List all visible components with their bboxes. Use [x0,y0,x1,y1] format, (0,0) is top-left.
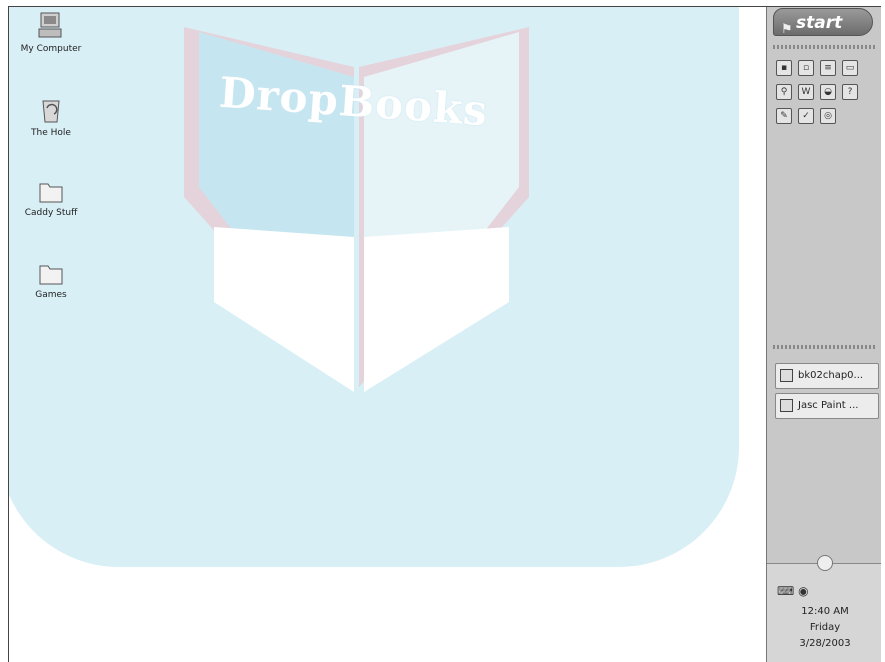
help-icon[interactable]: ? [842,84,858,100]
paint-program-icon [780,399,793,412]
network-icon[interactable]: ◉ [798,584,808,598]
desktop-icon-label: My Computer [20,44,82,54]
desktop-icon-label: Caddy Stuff [24,208,78,218]
desktop-icon-games[interactable]: Games [11,259,91,300]
task-button-document[interactable]: bk02chap0... [775,363,879,389]
desktop-icon-my-computer[interactable]: My Computer [11,11,91,54]
task-label: Jasc Paint ... [798,400,859,411]
desktop-icon-label: Games [35,290,67,300]
folder-icon [39,183,63,203]
clock-day: Friday [809,622,841,633]
clock-time: 12:40 AM [801,606,849,617]
screen: DropBooks My Computer The Hole Caddy Stu… [8,6,881,662]
system-tray: ⌨ ◉ 12:40 AM Friday 3/28/2003 [767,555,881,662]
computer-icon [38,12,62,38]
tray-expand-button[interactable] [817,555,833,571]
tray-icons: ⌨ ◉ [777,584,809,598]
desktop-icon-the-hole[interactable]: The Hole [11,95,91,138]
quick-launch-toolbar: ▪ ▫ ≡ ▭ ⚲ W ◒ ? ✎ ✓ ◎ [773,55,873,127]
desktop-icon-caddy-stuff[interactable]: Caddy Stuff [11,177,91,218]
taskbar: ⚑ start ▪ ▫ ≡ ▭ ⚲ W ◒ ? ✎ ✓ ◎ bk02chap0... Jasc Pa… [766,7,881,662]
start-button[interactable]: ⚑ start [773,8,873,37]
clock-date: 3/28/2003 [799,638,851,649]
clock[interactable]: 12:40 AM Friday 3/28/2003 [767,604,881,652]
toolbar-grip[interactable] [773,45,877,49]
notepad-icon[interactable]: ▭ [842,60,858,76]
desktop-icon-label: The Hole [31,128,71,138]
tools-icon[interactable]: ✓ [798,108,814,124]
paint-icon[interactable]: ✎ [776,108,792,124]
document-icon [780,369,793,382]
mouse-icon[interactable]: ◒ [820,84,836,100]
calendar-icon[interactable]: ▫ [798,60,814,76]
network-icon[interactable]: ◎ [820,108,836,124]
task-label: bk02chap0... [798,370,864,381]
document-icon[interactable]: ≡ [820,60,836,76]
folder-icon [39,265,63,285]
word-icon[interactable]: W [798,84,814,100]
save-icon[interactable]: ▪ [776,60,792,76]
windows-flag-icon: ⚑ [781,22,793,37]
keyboard-icon[interactable]: ⌨ [777,584,794,598]
desktop[interactable]: DropBooks My Computer The Hole Caddy Stu… [9,7,766,662]
task-button-jasc-paint[interactable]: Jasc Paint ... [775,393,879,419]
toolbar-grip[interactable] [773,345,877,349]
start-label: start [796,13,843,33]
recycle-bin-icon [42,100,60,123]
search-icon[interactable]: ⚲ [776,84,792,100]
